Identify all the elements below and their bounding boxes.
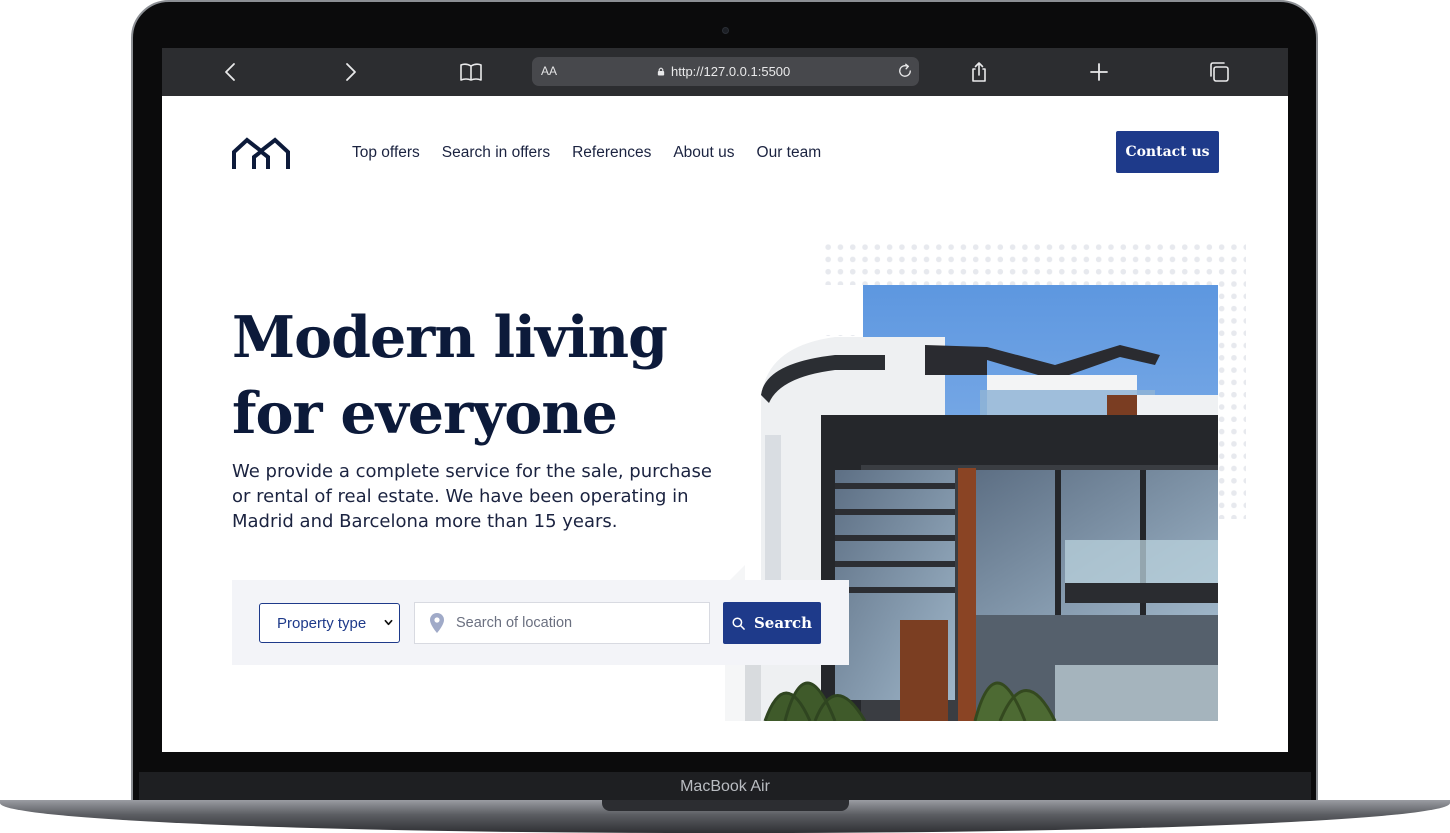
nav-references[interactable]: References bbox=[572, 144, 651, 162]
back-icon[interactable] bbox=[219, 60, 243, 84]
laptop-notch bbox=[602, 800, 849, 811]
plus-icon[interactable] bbox=[1087, 60, 1111, 84]
reload-icon[interactable] bbox=[896, 62, 914, 80]
search-panel: Property type Search bbox=[232, 580, 849, 665]
map-pin-icon bbox=[430, 613, 444, 633]
forward-icon[interactable] bbox=[338, 60, 362, 84]
search-button[interactable]: Search bbox=[723, 602, 821, 644]
nav-search-in-offers[interactable]: Search in offers bbox=[442, 144, 550, 162]
share-icon[interactable] bbox=[967, 60, 991, 84]
lock-icon bbox=[657, 67, 665, 76]
hero-title-line-2: for everyone bbox=[232, 380, 618, 447]
chevron-down-icon bbox=[384, 619, 393, 626]
laptop-chin: MacBook Air bbox=[139, 772, 1311, 802]
address-bar[interactable]: AA http://127.0.0.1:5500 bbox=[532, 57, 919, 86]
main-nav: Top offers Search in offers References A… bbox=[352, 144, 821, 162]
hero-description: We provide a complete service for the sa… bbox=[232, 461, 712, 532]
hero-title: Modern living for everyone bbox=[232, 300, 702, 452]
camera bbox=[722, 27, 729, 34]
url-text: http://127.0.0.1:5500 bbox=[657, 64, 790, 79]
screen: AA http://127.0.0.1:5500 Top offers Sear… bbox=[162, 48, 1288, 752]
property-type-select[interactable]: Property type bbox=[259, 603, 400, 643]
reader-mode-button[interactable]: AA bbox=[541, 64, 557, 78]
search-icon bbox=[732, 616, 745, 630]
property-type-value: Property type bbox=[277, 614, 367, 632]
tabs-icon[interactable] bbox=[1207, 60, 1231, 84]
contact-us-button[interactable]: Contact us bbox=[1116, 131, 1219, 173]
url-value: http://127.0.0.1:5500 bbox=[671, 64, 791, 79]
nav-top-offers[interactable]: Top offers bbox=[352, 144, 420, 162]
hero-title-line-1: Modern living bbox=[232, 304, 668, 371]
location-search-input[interactable] bbox=[456, 603, 706, 643]
nav-our-team[interactable]: Our team bbox=[757, 144, 822, 162]
nav-about-us[interactable]: About us bbox=[673, 144, 734, 162]
location-field bbox=[414, 602, 710, 644]
search-button-label: Search bbox=[753, 614, 813, 632]
house-logo-icon[interactable] bbox=[232, 134, 290, 171]
device-label: MacBook Air bbox=[680, 778, 770, 795]
book-icon[interactable] bbox=[459, 60, 483, 84]
browser-toolbar: AA http://127.0.0.1:5500 bbox=[162, 48, 1288, 96]
